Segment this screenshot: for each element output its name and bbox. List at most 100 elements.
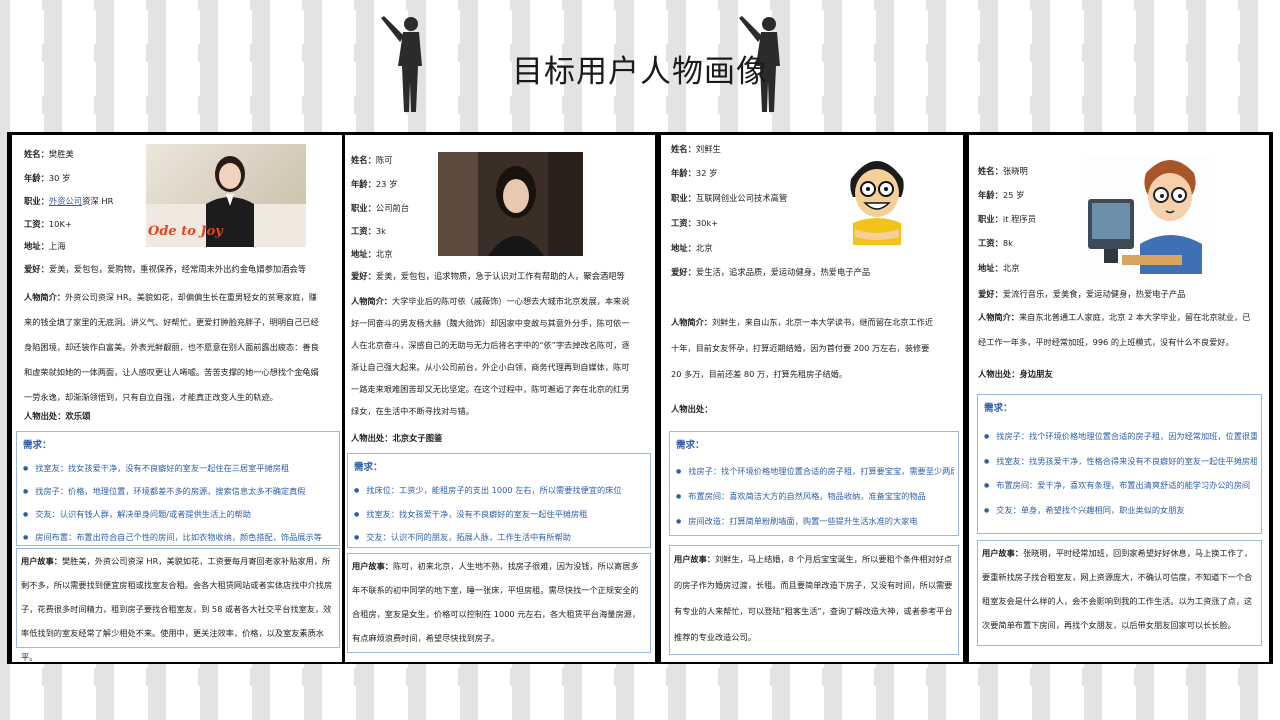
background-tile [634, 10, 668, 44]
background-tile [10, 10, 44, 44]
job-row: 职业：it 程序员 [978, 214, 1036, 224]
intro-paragraph: 人物简介：刘鲜生，来自山东，北京一本大学读书，继而留在北京工作近十年，目前女友怀… [671, 317, 934, 379]
background-tile [946, 10, 980, 44]
need-item: 交友：单身，希望找个兴趣相同，职业类似的女朋友 [984, 504, 1257, 516]
background-tile [998, 10, 1032, 44]
age-row: 年龄：23 岁 [351, 179, 398, 189]
background-tile [1154, 10, 1188, 44]
background-tile [1206, 686, 1240, 720]
need-item: 找房子：找个环境价格地理位置合适的房子租，打算要宝宝，需要至少两居室 [676, 465, 954, 477]
background-tile [478, 10, 512, 44]
background-tile [1154, 686, 1188, 720]
need-item: 布置房间：喜欢简洁大方的自然风格，物品收纳，准备宝宝的物品 [676, 490, 954, 502]
needs-title: 需求： [676, 440, 705, 451]
need-item: 找房子：价格，地理位置，环境都差不多的房源，搜索信息太多不确定真假 [23, 485, 335, 497]
background-tile [374, 686, 408, 720]
background-tile [166, 10, 200, 44]
need-item: 交友：认识不同的朋友，拓展人脉，工作生活中有所帮助 [354, 531, 646, 543]
background-tile [270, 10, 304, 44]
background-tile [530, 686, 564, 720]
background-tile [62, 686, 96, 720]
need-item: 找室友：找男孩爱干净，性格合得来没有不良癖好的室友一起住平摊房租 [984, 455, 1257, 467]
intro-paragraph: 人物简介：大学毕业后的陈可依（戚薇饰）一心想去大城市北京发展，本来说好一同奋斗的… [351, 296, 630, 416]
age-row: 年龄：32 岁 [671, 168, 718, 178]
background-tile [1258, 686, 1280, 720]
background-tile [1102, 10, 1136, 44]
cartoon-man-icon [850, 161, 904, 245]
address-row: 地址：北京 [978, 263, 1020, 273]
story-box: 用户故事：陈可，初来北京，人生地不熟，找房子很难，因为没钱，所以寄居多年不联系的… [347, 553, 651, 653]
hobby-row: 爱好：爱美，爱包包，追求物质，急于认识对工作有帮助的人，聚会酒吧等 [351, 271, 625, 281]
needs-box: 需求： 找房子：找个环境价格地理位置合适的房子租，因为经常加班，位置很重要 找室… [977, 394, 1262, 534]
need-item: 找室友：找女孩爱干净，没有不良癖好的室友一起住在三居室平摊房租 [23, 462, 335, 474]
photo-logo: Ode to Joy [148, 224, 223, 239]
background-tile [998, 686, 1032, 720]
need-item: 找房子：找个环境价格地理位置合适的房子租，因为经常加班，位置很重要 [984, 430, 1257, 442]
intro-paragraph: 人物简介：来自东北普通工人家庭，北京 2 本大学毕业，留在北京就业，已经工作一年… [978, 312, 1251, 347]
salary-row: 工资：8k [978, 238, 1013, 248]
need-item: 房间改造：打算简单粉刷墙面，购置一些提升生活水准的大家电 [676, 515, 954, 527]
needs-title: 需求： [354, 462, 383, 473]
background-tile [114, 10, 148, 44]
persona-card: 姓名：陈可 年龄：23 岁 职业：公司前台 工资：3k 地址：北京 爱好：爱美，… [345, 135, 655, 662]
address-row: 地址：上海 [24, 241, 66, 251]
background-tile [790, 10, 824, 44]
persona-card: 姓名：张晓明 年龄：25 岁 职业：it 程序员 工资：8k 地址：北京 爱好：… [969, 135, 1269, 662]
background-tile [62, 10, 96, 44]
name-row: 姓名：樊胜美 [24, 149, 74, 159]
name-row: 姓名：刘鲜生 [671, 144, 721, 154]
age-row: 年龄：25 岁 [978, 190, 1025, 200]
need-item: 交友：认识有钱人群，解决单身问题/或者提供生活上的帮助 [23, 508, 335, 520]
background-tile [322, 686, 356, 720]
background-tile [582, 10, 616, 44]
background-tile [634, 686, 668, 720]
background-tile [218, 686, 252, 720]
background-tile [530, 10, 564, 44]
hobby-row: 爱好：爱流行音乐，爱美食，爱运动健身，热爱电子产品 [978, 289, 1186, 299]
need-item: 找室友：找女孩爱干净，没有不良癖好的室友一起住平摊房租 [354, 508, 646, 520]
background-tile [790, 686, 824, 720]
background-tile [322, 10, 356, 44]
background-tile [166, 686, 200, 720]
background-tile [894, 686, 928, 720]
intro-paragraph: 人物简介：外资公司资深 HR。美貌如花，却偏偏生长在重男轻女的贫寒家庭，赚来的钱… [24, 292, 319, 402]
background-tile [10, 686, 44, 720]
background-tile [1206, 10, 1240, 44]
story-box: 用户故事：张晓明，平时经常加班，回到家希望好好休息，马上换工作了，要重新找房子找… [977, 540, 1262, 646]
background-tile [894, 10, 928, 44]
needs-box: 需求： 找床位：工资少，能租房子的支出 1000 左右，所以需要找便宜的床位 找… [347, 453, 651, 548]
background-tile [842, 686, 876, 720]
needs-box: 需求： 找室友：找女孩爱干净，没有不良癖好的室友一起住在三居室平摊房租 找房子：… [16, 431, 340, 546]
needs-box: 需求： 找房子：找个环境价格地理位置合适的房子租，打算要宝宝，需要至少两居室 布… [669, 431, 959, 536]
hobby-row: 爱好：爱美，爱包包，爱购物，重视保养，经常周末外出约金龟婿参加酒会等 [24, 264, 307, 274]
background-tile [270, 686, 304, 720]
background-tile [426, 686, 460, 720]
background-tile [582, 686, 616, 720]
needs-title: 需求： [984, 403, 1013, 414]
address-row: 地址：北京 [671, 243, 713, 253]
name-row: 姓名：陈可 [351, 155, 393, 165]
persona-photo [438, 152, 583, 256]
background-tile [1050, 686, 1084, 720]
source-row: 人物出处：北京女子图鉴 [351, 433, 443, 443]
persona-photo: Ode to Joy [146, 144, 306, 247]
background-tile [946, 686, 980, 720]
background-tile [686, 686, 720, 720]
need-item: 找床位：工资少，能租房子的支出 1000 左右，所以需要找便宜的床位 [354, 484, 646, 496]
background-tile [1258, 10, 1280, 44]
salary-row: 工资：3k [351, 226, 386, 236]
persona-photo [1082, 155, 1210, 274]
job-row: 职业：互联网创业公司技术高管 [671, 193, 788, 203]
page-title: 目标用户人物画像 [512, 54, 768, 90]
background-tile [1102, 686, 1136, 720]
source-row: 人物出处： [671, 404, 713, 414]
programmer-cartoon-icon [1088, 160, 1202, 274]
background-tile [114, 686, 148, 720]
salary-row: 工资：30k+ [671, 218, 719, 228]
salary-row: 工资：10K+ [24, 219, 72, 229]
background-tile [218, 10, 252, 44]
background-tile [842, 10, 876, 44]
persona-card: 姓名：刘鲜生 年龄：32 岁 职业：互联网创业公司技术高管 工资：30k+ 地址… [661, 135, 963, 662]
job-row: 职业：外资公司资深 HR [24, 196, 114, 206]
name-row: 姓名：张晓明 [978, 166, 1028, 176]
